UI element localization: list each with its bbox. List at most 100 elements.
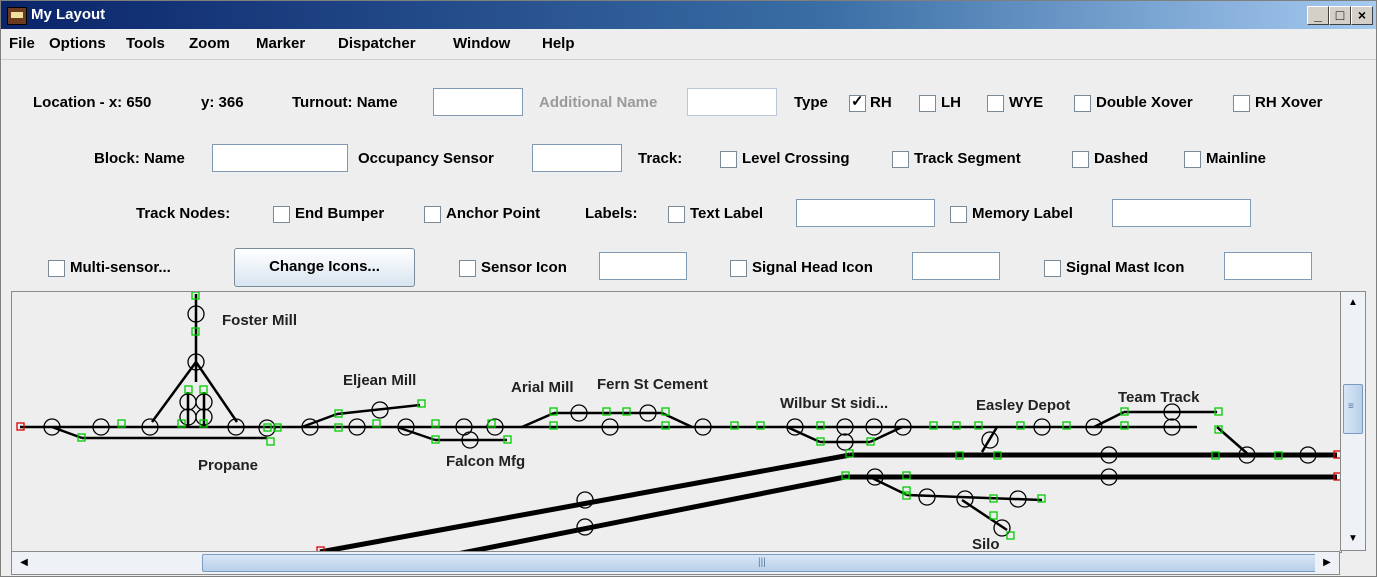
label-team-track[interactable]: Team Track: [1118, 389, 1200, 406]
track-diagram[interactable]: Foster Mill Eljean Mill Arial Mill Fern …: [12, 292, 1341, 552]
wye-checkbox[interactable]: [987, 95, 1004, 112]
minimize-button[interactable]: _: [1307, 6, 1329, 25]
label-arial-mill[interactable]: Arial Mill: [511, 379, 574, 396]
signal-head-icon-checkbox[interactable]: [730, 260, 747, 277]
label-silo[interactable]: Silo: [972, 536, 1000, 552]
turnout-name-input[interactable]: [433, 88, 523, 116]
text-label-input[interactable]: [796, 199, 935, 227]
text-label-label: Text Label: [690, 205, 764, 222]
multi-sensor-label: Multi-sensor...: [70, 259, 171, 276]
grip-icon: |||: [758, 557, 766, 568]
menu-file[interactable]: File: [9, 35, 35, 52]
anchor-point: [266, 437, 275, 446]
layout-canvas[interactable]: Foster Mill Eljean Mill Arial Mill Fern …: [11, 291, 1342, 553]
menu-bar: File Options Tools Zoom Marker Dispatche…: [1, 29, 1376, 60]
label-falcon-mfg[interactable]: Falcon Mfg: [446, 453, 525, 470]
scroll-up-arrow-icon[interactable]: ▲: [1341, 292, 1365, 314]
label-easley-depot[interactable]: Easley Depot: [976, 397, 1070, 414]
maximize-button[interactable]: □: [1329, 6, 1351, 25]
double-xover-checkbox[interactable]: [1074, 95, 1091, 112]
menu-help[interactable]: Help: [542, 35, 575, 52]
scroll-right-arrow-icon[interactable]: ▶: [1315, 552, 1339, 574]
menu-window[interactable]: Window: [453, 35, 510, 52]
mainline-checkbox[interactable]: [1184, 151, 1201, 168]
mainline-label: Mainline: [1206, 150, 1267, 167]
track-segment: [150, 361, 198, 423]
label-fern-st-cement[interactable]: Fern St Cement: [597, 376, 708, 393]
vertical-scroll-thumb[interactable]: ≡: [1343, 384, 1363, 434]
sensor-icon-input[interactable]: [599, 252, 687, 280]
label-wilbur-st[interactable]: Wilbur St sidi...: [780, 395, 888, 412]
location-y-label: y: 366: [201, 94, 244, 111]
lh-label: LH: [941, 94, 961, 111]
memory-label-input[interactable]: [1112, 199, 1251, 227]
dashed-label: Dashed: [1094, 150, 1149, 167]
window-title: My Layout: [31, 6, 106, 23]
turnout-circle: [956, 490, 974, 508]
location-x-label: Location - x: 650: [33, 94, 152, 111]
rh-xover-checkbox[interactable]: [1233, 95, 1250, 112]
wye-label: WYE: [1009, 94, 1044, 111]
multi-sensor-checkbox[interactable]: [48, 260, 65, 277]
block-name-input[interactable]: [212, 144, 348, 172]
label-propane[interactable]: Propane: [198, 457, 258, 474]
track-segment: [194, 361, 239, 423]
track-segment: [336, 403, 421, 416]
text-label-checkbox[interactable]: [668, 206, 685, 223]
mainline-track: [454, 474, 846, 552]
scroll-down-arrow-icon[interactable]: ▼: [1341, 528, 1365, 550]
type-label: Type: [794, 94, 828, 111]
rh-checkbox[interactable]: ✓: [849, 93, 866, 112]
rh-label: RH: [870, 94, 892, 111]
track-segment: [1093, 410, 1125, 429]
track-segment: [906, 493, 1043, 502]
vertical-scrollbar[interactable]: ▲ ≡ ▼: [1340, 291, 1366, 551]
menu-dispatcher[interactable]: Dispatcher: [338, 35, 416, 52]
horizontal-scrollbar[interactable]: ◀ ||| ▶: [11, 551, 1340, 575]
signal-mast-icon-input[interactable]: [1224, 252, 1312, 280]
labels-label: Labels:: [585, 205, 638, 222]
block-name-label: Block: Name: [94, 150, 185, 167]
end-bumper-checkbox[interactable]: [273, 206, 290, 223]
menu-options[interactable]: Options: [49, 35, 106, 52]
occupancy-sensor-input[interactable]: [532, 144, 622, 172]
sensor-icon-label: Sensor Icon: [481, 259, 567, 276]
menu-zoom[interactable]: Zoom: [189, 35, 230, 52]
check-icon: ✓: [851, 93, 864, 110]
level-crossing-checkbox[interactable]: [720, 151, 737, 168]
track-label: Track:: [638, 150, 683, 167]
anchor-point: [184, 385, 193, 394]
track-segment-checkbox[interactable]: [892, 151, 909, 168]
scroll-left-arrow-icon[interactable]: ◀: [12, 552, 36, 574]
label-eljean-mill[interactable]: Eljean Mill: [343, 372, 416, 389]
label-foster-mill[interactable]: Foster Mill: [222, 312, 297, 329]
additional-name-label: Additional Name: [539, 94, 658, 111]
signal-mast-icon-label: Signal Mast Icon: [1066, 259, 1185, 276]
title-bar[interactable]: My Layout _ □ ×: [1, 1, 1376, 29]
signal-mast-icon-checkbox[interactable]: [1044, 260, 1061, 277]
anchor-point-checkbox[interactable]: [424, 206, 441, 223]
signal-head-icon-input[interactable]: [912, 252, 1000, 280]
lh-checkbox[interactable]: [919, 95, 936, 112]
track-segment: [961, 498, 1008, 532]
train-icon: [7, 7, 27, 25]
sensor-icon-checkbox[interactable]: [459, 260, 476, 277]
horizontal-scroll-thumb[interactable]: |||: [202, 554, 1332, 572]
memory-label-label: Memory Label: [972, 205, 1073, 222]
menu-marker[interactable]: Marker: [256, 35, 305, 52]
close-button[interactable]: ×: [1351, 6, 1373, 25]
track-nodes-label: Track Nodes:: [136, 205, 231, 222]
track-segment: [301, 412, 338, 429]
dashed-checkbox[interactable]: [1072, 151, 1089, 168]
additional-name-input[interactable]: [687, 88, 777, 116]
track-segment-label: Track Segment: [914, 150, 1021, 167]
change-icons-button[interactable]: Change Icons...: [234, 248, 415, 287]
track-segment: [396, 425, 436, 442]
menu-tools[interactable]: Tools: [126, 35, 165, 52]
mainline-track: [319, 452, 851, 552]
anchor-point: [199, 385, 208, 394]
memory-label-checkbox[interactable]: [950, 206, 967, 223]
main-window: My Layout _ □ × File Options Tools Zoom …: [0, 0, 1377, 577]
edit-toolbar: Location - x: 650 y: 366 Turnout: Name A…: [1, 60, 1376, 290]
signal-head-icon-label: Signal Head Icon: [752, 259, 873, 276]
